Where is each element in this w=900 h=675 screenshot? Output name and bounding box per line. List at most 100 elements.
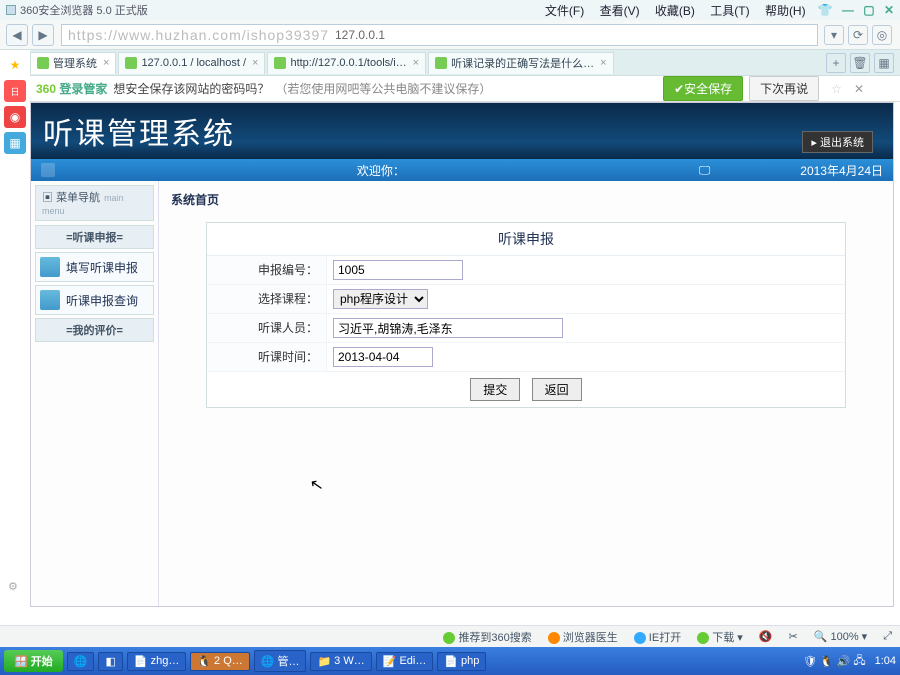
clock[interactable]: 1:04: [875, 655, 896, 667]
label-date: 听课时间：: [207, 343, 327, 371]
taskbar-item[interactable]: 📁 3 W…: [310, 652, 371, 671]
nav-section-myeval[interactable]: =我的评价=: [35, 318, 154, 342]
content-area: 系统首页 听课申报 申报编号： 选择课程： php程序设计 听课人员： 听课时间…: [159, 181, 893, 606]
status-download[interactable]: 下载 ▾: [697, 629, 743, 645]
tab-3[interactable]: http://127.0.0.1/tools/i… ×: [267, 52, 426, 74]
tab-1[interactable]: 管理系统×: [30, 52, 116, 74]
nav-section-apply[interactable]: =听课申报=: [35, 225, 154, 249]
status-expand-icon[interactable]: ⤢: [883, 630, 892, 643]
minimize-button[interactable]: —: [842, 3, 854, 17]
address-bar-row: ◀ ▶ https://www.huzhan.com/ishop39397 ▾ …: [0, 20, 900, 50]
label-course: 选择课程：: [207, 285, 327, 313]
close-icon[interactable]: ×: [413, 57, 419, 69]
tray-icon[interactable]: 🐧: [820, 655, 834, 668]
url-watermark: https://www.huzhan.com/ishop39397: [68, 27, 329, 43]
tab-2-label: 127.0.0.1 / localhost /: [141, 57, 246, 69]
tray-icon[interactable]: 🛡: [803, 655, 817, 668]
safe-save-button[interactable]: ✔安全保存: [663, 76, 743, 101]
taskbar-item[interactable]: 📄 php: [437, 652, 486, 671]
taskbar-item[interactable]: 📄 zhg…: [127, 652, 186, 671]
menu-view[interactable]: 查看(V): [600, 4, 640, 18]
trash-icon[interactable]: 🗑: [850, 53, 870, 73]
select-course[interactable]: php程序设计: [333, 289, 428, 309]
menu-tools[interactable]: 工具(T): [710, 4, 749, 18]
app-title-text: 听课管理系统: [43, 109, 235, 153]
url-dropdown[interactable]: ▾: [824, 25, 844, 45]
window-controls: 👕 — ▢ ✕: [812, 3, 894, 17]
taskbar-item[interactable]: 🐧 2 Q…: [190, 652, 249, 671]
status-mute-icon[interactable]: 🔇: [759, 630, 773, 643]
tab-4[interactable]: 听课记录的正确写法是什么…×: [428, 52, 613, 74]
status-cut-icon[interactable]: ✂: [788, 630, 797, 643]
menu-fav[interactable]: 收藏(B): [655, 4, 695, 18]
tab-3-label: http://127.0.0.1/tools/i…: [290, 57, 406, 69]
tab-favicon: [37, 57, 49, 69]
nav-item-query-apply[interactable]: 听课申报查询: [35, 285, 154, 315]
apply-form: 听课申报 申报编号： 选择课程： php程序设计 听课人员： 听课时间：: [206, 222, 846, 408]
address-bar[interactable]: https://www.huzhan.com/ishop39397: [61, 24, 818, 46]
refresh-button[interactable]: ⟳: [848, 25, 868, 45]
tab-list-icon[interactable]: ▦: [874, 53, 894, 73]
tray-icon[interactable]: 🖧: [853, 652, 865, 671]
close-window-button[interactable]: ✕: [884, 3, 894, 17]
tab-2[interactable]: 127.0.0.1 / localhost / ×: [118, 52, 265, 74]
label-attendees: 听课人员：: [207, 314, 327, 342]
status-doctor[interactable]: 浏览器医生: [548, 629, 618, 645]
back-button[interactable]: ◀: [6, 24, 28, 46]
doc-icon: [40, 290, 60, 310]
input-report-id[interactable]: [333, 260, 463, 280]
nav-item-label: 听课申报查询: [66, 292, 138, 309]
form-heading: 听课申报: [207, 223, 845, 256]
status-zoom[interactable]: 🔍 100% ▾: [814, 630, 867, 643]
tab-favicon: [125, 57, 137, 69]
app-header: 听课管理系统 ▸ 退出系统: [31, 103, 893, 159]
maximize-button[interactable]: ▢: [863, 3, 874, 17]
close-icon[interactable]: ×: [103, 57, 109, 69]
tray-icon[interactable]: 🔊: [837, 655, 851, 668]
page-title: 系统首页: [171, 187, 881, 212]
calendar-icon[interactable]: 日: [4, 80, 26, 102]
submit-button[interactable]: 提交: [470, 378, 520, 401]
taskbar-ie[interactable]: 🌐: [67, 652, 95, 671]
forward-button[interactable]: ▶: [32, 24, 54, 46]
doc-icon: [40, 257, 60, 277]
tab-favicon: [274, 57, 286, 69]
windows-taskbar: 🪟 开始 🌐 ◧ 📄 zhg… 🐧 2 Q… 🌐 管… 📁 3 W… 📝 Edi…: [0, 647, 900, 675]
weibo-icon[interactable]: ◉: [4, 106, 26, 128]
taskbar-item[interactable]: 📝 Edi…: [376, 652, 434, 671]
back-button-form[interactable]: 返回: [532, 378, 582, 401]
taskbar-app[interactable]: ◧: [98, 652, 122, 671]
start-button[interactable]: 🪟 开始: [4, 650, 63, 672]
status-ie-open[interactable]: IE打开: [634, 629, 681, 645]
date-display: 2013年4月24日: [800, 162, 883, 179]
dismiss-icon[interactable]: ✕: [854, 82, 864, 96]
skin-icon[interactable]: 👕: [818, 3, 833, 17]
gear-icon[interactable]: ⚙: [8, 580, 18, 593]
close-icon[interactable]: ×: [600, 57, 606, 69]
logout-button[interactable]: ▸ 退出系统: [802, 131, 873, 153]
menu-help[interactable]: 帮助(H): [765, 4, 806, 18]
star-icon[interactable]: ☆: [831, 82, 842, 96]
target-icon[interactable]: ◎: [872, 25, 892, 45]
disk-icon[interactable]: 🖵: [699, 163, 711, 178]
game-icon[interactable]: ▦: [4, 132, 26, 154]
browser-statusbar: ⚙ 推荐到360搜索 浏览器医生 IE打开 下载 ▾ 🔇 ✂ 🔍 100% ▾ …: [0, 625, 900, 647]
welcome-text: 欢迎你：: [357, 162, 405, 179]
nav-item-write-apply[interactable]: 填写听课申报: [35, 252, 154, 282]
later-button[interactable]: 下次再说: [749, 76, 819, 101]
system-tray[interactable]: 🛡 🐧 🔊 🖧 1:04: [803, 652, 896, 671]
brand-logo: 360 登录管家: [36, 80, 107, 97]
close-icon[interactable]: ×: [252, 57, 258, 69]
home-icon[interactable]: [41, 163, 55, 177]
add-tab-icon[interactable]: +: [826, 53, 846, 73]
app-icon: [6, 5, 16, 15]
input-date[interactable]: [333, 347, 433, 367]
input-attendees[interactable]: [333, 318, 563, 338]
window-titlebar: 360安全浏览器 5.0 正式版 文件(F) 查看(V) 收藏(B) 工具(T)…: [0, 0, 900, 20]
app-title: 360安全浏览器 5.0 正式版: [20, 2, 148, 18]
fav-star-icon[interactable]: ★: [4, 54, 26, 76]
taskbar-item[interactable]: 🌐 管…: [254, 650, 307, 672]
menu-file[interactable]: 文件(F): [545, 4, 584, 18]
save-prompt-hint: （若您使用网吧等公共电脑不建议保存）: [275, 80, 491, 97]
status-recommend[interactable]: 推荐到360搜索: [443, 629, 531, 645]
